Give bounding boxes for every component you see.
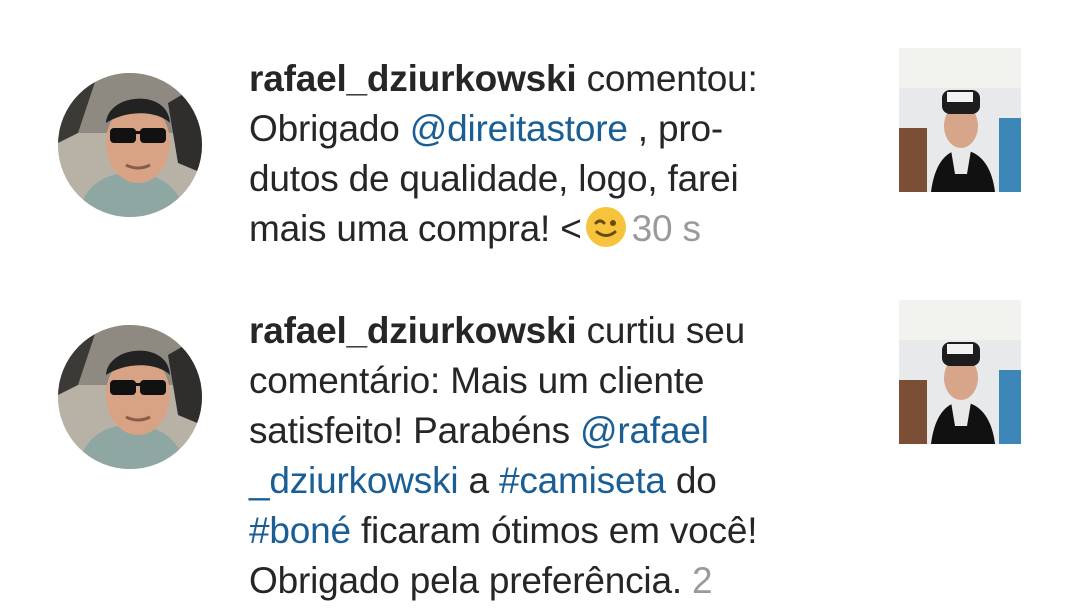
notification-text: rafael_dziurkowski comentou: Obrigado @d… [249,54,849,254]
post-thumbnail[interactable] [899,48,1021,192]
mention-link[interactable]: @rafael [580,410,709,451]
hashtag-link[interactable]: #camiseta [499,460,666,501]
timestamp: 30 s [631,208,701,249]
post-thumbnail[interactable] [899,300,1021,444]
hashtag-link[interactable]: #boné [249,510,351,551]
comment-text: , pro- [627,108,723,149]
timestamp: 2 [692,560,713,601]
action-text: curtiu seu [576,310,746,351]
mention-link[interactable]: _dziurkowski [249,460,459,501]
comment-text: satisfeito! Parabéns [249,410,581,451]
comment-text: comentário: Mais um cliente [249,360,705,401]
mention-link[interactable]: @direitastore [410,108,628,149]
avatar[interactable] [58,73,202,217]
username-link[interactable]: rafael_dziurkowski [249,58,577,99]
action-text: comentou: [576,58,758,99]
comment-text: Obrigado pela preferência. [249,560,692,601]
avatar[interactable] [58,325,202,469]
comment-text: a [458,460,499,501]
username-link[interactable]: rafael_dziurkowski [249,310,577,351]
winking-face-icon [584,205,628,249]
notification-text: rafael_dziurkowski curtiu seu comentário… [249,306,849,606]
comment-text: mais uma compra! < [249,208,582,249]
comment-text: Obrigado [249,108,410,149]
comment-text: dutos de qualidade, logo, farei [249,158,739,199]
comment-text: do [665,460,717,501]
comment-text: ficaram ótimos em você! [350,510,758,551]
